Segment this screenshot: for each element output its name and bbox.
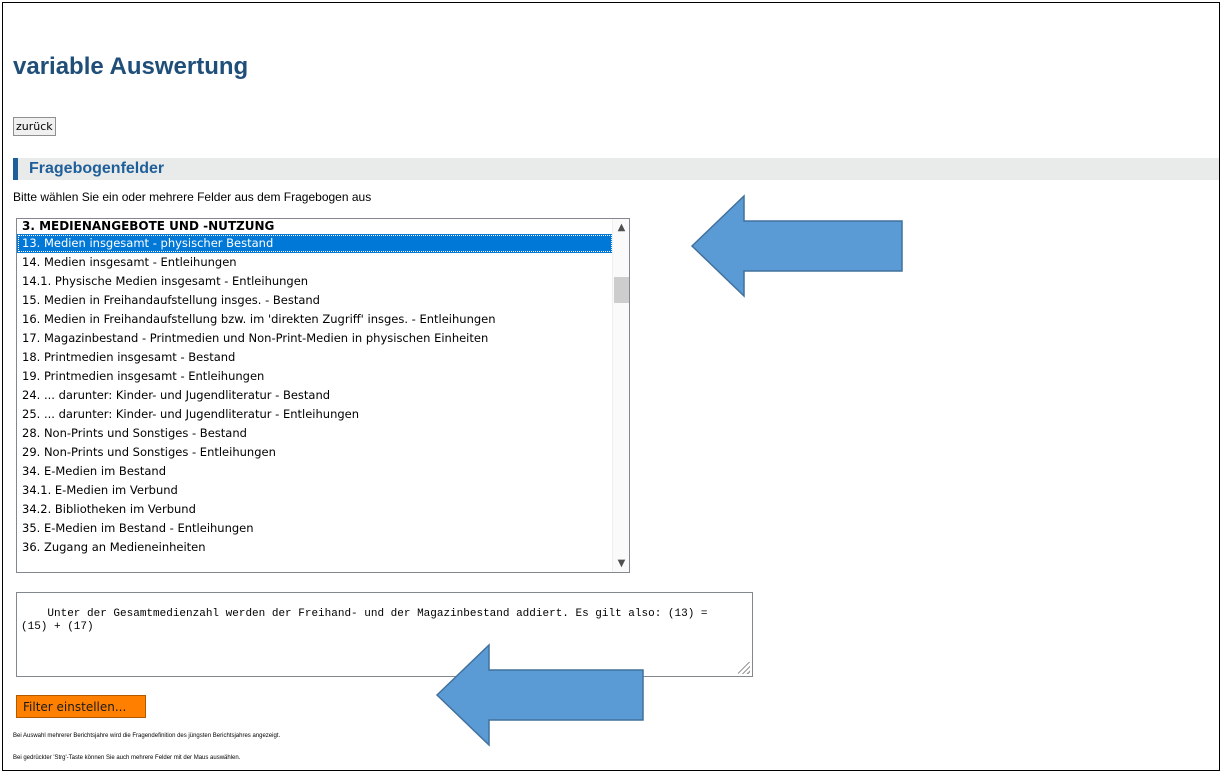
- filter-settings-button[interactable]: Filter einstellen...: [16, 695, 146, 718]
- section-title: Fragebogenfelder: [29, 160, 165, 177]
- field-option[interactable]: 13. Medien insgesamt - physischer Bestan…: [17, 234, 613, 253]
- section-accent-bar: [13, 158, 18, 180]
- instruction-text: Bitte wählen Sie ein oder mehrere Felder…: [13, 190, 372, 204]
- left-arrow-icon: [690, 194, 903, 298]
- scrollbar-thumb[interactable]: [614, 277, 629, 303]
- resize-grip-icon[interactable]: [738, 662, 750, 674]
- field-listbox[interactable]: 3. MEDIENANGEBOTE UND -NUTZUNG 13. Medie…: [16, 218, 630, 573]
- field-option[interactable]: 14. Medien insgesamt - Entleihungen: [17, 253, 613, 272]
- listbox-scrollbar[interactable]: ▲ ▼: [612, 219, 629, 572]
- field-option[interactable]: 18. Printmedien insgesamt - Bestand: [17, 348, 613, 367]
- field-option[interactable]: 35. E-Medien im Bestand - Entleihungen: [17, 519, 613, 538]
- field-option[interactable]: 29. Non-Prints und Sonstiges - Entleihun…: [17, 443, 613, 462]
- field-option[interactable]: 16. Medien in Freihandaufstellung bzw. i…: [17, 310, 613, 329]
- field-option[interactable]: 28. Non-Prints und Sonstiges - Bestand: [17, 424, 613, 443]
- field-option[interactable]: 15. Medien in Freihandaufstellung insges…: [17, 291, 613, 310]
- note-multiselect: Bei gedrückter 'Strg'-Taste können Sie a…: [13, 755, 241, 761]
- field-option[interactable]: 36. Zugang an Medieneinheiten: [17, 538, 613, 557]
- field-option[interactable]: 34.1. E-Medien im Verbund: [17, 481, 613, 500]
- field-option[interactable]: 34. E-Medien im Bestand: [17, 462, 613, 481]
- section-header: Fragebogenfelder: [13, 158, 1219, 180]
- back-button[interactable]: zurück: [13, 117, 56, 136]
- field-option[interactable]: 14.1. Physische Medien insgesamt - Entle…: [17, 272, 613, 291]
- field-option[interactable]: 17. Magazinbestand - Printmedien und Non…: [17, 329, 613, 348]
- chevron-up-icon[interactable]: ▲: [613, 219, 629, 236]
- chevron-down-icon[interactable]: ▼: [613, 555, 629, 572]
- field-description-text: Unter der Gesamtmedienzahl werden der Fr…: [21, 608, 708, 633]
- note-berichtsjahre: Bei Auswahl mehrerer Berichtsjahre wird …: [13, 733, 281, 739]
- left-arrow-icon: [435, 643, 644, 747]
- field-list-options: 3. MEDIENANGEBOTE UND -NUTZUNG 13. Medie…: [17, 219, 613, 557]
- page-title: variable Auswertung: [13, 53, 249, 80]
- field-option[interactable]: 25. ... darunter: Kinder- und Jugendlite…: [17, 405, 613, 424]
- field-option[interactable]: 19. Printmedien insgesamt - Entleihungen: [17, 367, 613, 386]
- page-frame: variable Auswertung zurück Fragebogenfel…: [2, 2, 1220, 771]
- field-option[interactable]: 34.2. Bibliotheken im Verbund: [17, 500, 613, 519]
- field-option[interactable]: 24. ... darunter: Kinder- und Jugendlite…: [17, 386, 613, 405]
- option-group-header: 3. MEDIENANGEBOTE UND -NUTZUNG: [22, 219, 275, 233]
